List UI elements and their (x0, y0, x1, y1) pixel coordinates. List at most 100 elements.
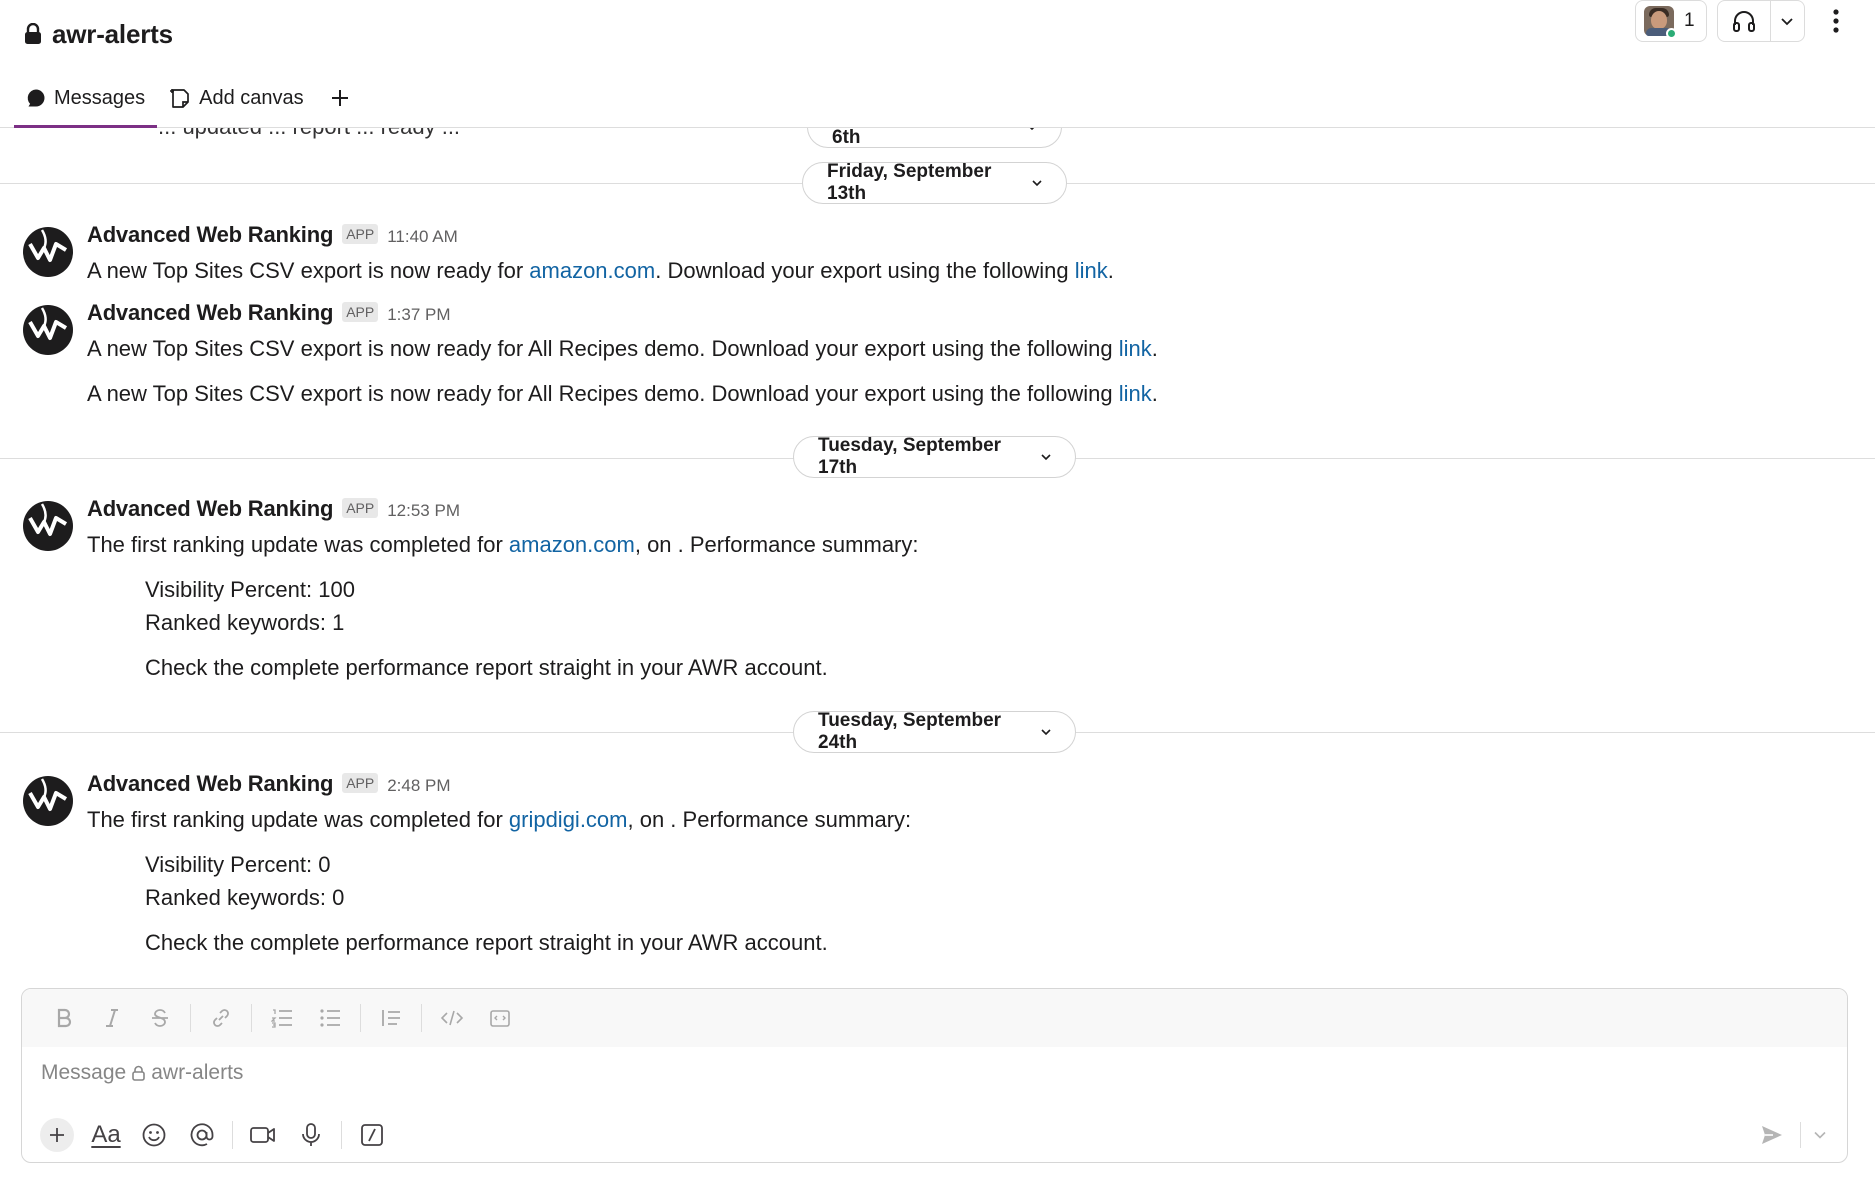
date-divider-pill[interactable]: Tuesday, September 17th (793, 435, 1076, 478)
message-header: Advanced Web Ranking APP 12:53 PM (87, 496, 460, 522)
bold-icon[interactable] (40, 998, 88, 1038)
toolbar-separator (360, 1004, 361, 1032)
online-status-icon (1666, 28, 1677, 39)
app-avatar[interactable] (22, 500, 74, 552)
huddle-button[interactable] (1717, 0, 1805, 42)
avatar (1644, 6, 1677, 39)
app-avatar[interactable] (22, 775, 74, 827)
report-note: Check the complete performance report st… (145, 655, 828, 680)
toolbar-separator (251, 1004, 252, 1032)
message-timestamp[interactable]: 2:48 PM (387, 776, 450, 796)
member-count: 1 (1684, 10, 1695, 31)
date-divider-pill[interactable]: Friday, September 13th (802, 161, 1067, 204)
message-link[interactable]: amazon.com (509, 532, 635, 557)
message-link[interactable]: link (1075, 258, 1108, 283)
app-badge: APP (342, 302, 379, 322)
message-header: Advanced Web Ranking APP 11:40 AM (87, 222, 458, 248)
toolbar-separator (232, 1121, 233, 1149)
app-avatar[interactable] (22, 304, 74, 356)
app-badge: APP (342, 498, 379, 518)
italic-icon[interactable] (88, 998, 136, 1038)
bullet-list-icon[interactable] (306, 998, 354, 1038)
message-input[interactable]: Message awr-alerts (41, 1061, 243, 1085)
sender-name[interactable]: Advanced Web Ranking (87, 222, 333, 248)
toolbar-separator (341, 1121, 342, 1149)
more-vertical-icon[interactable] (1821, 6, 1851, 36)
app-badge: APP (342, 224, 379, 244)
channel-title-row[interactable]: awr-alerts (24, 14, 173, 54)
slash-command-icon[interactable] (348, 1115, 396, 1155)
message-header: Advanced Web Ranking APP 1:37 PM (87, 300, 451, 326)
channel-tabs: Messages Add canvas (14, 82, 364, 128)
composer-actions: Aa (36, 1114, 396, 1156)
placeholder-channel: awr-alerts (151, 1061, 244, 1084)
headphones-icon[interactable] (1718, 1, 1771, 41)
code-block-icon[interactable] (476, 998, 524, 1038)
code-icon[interactable] (428, 998, 476, 1038)
text-segment: . (1151, 381, 1158, 406)
emoji-icon[interactable] (130, 1115, 178, 1155)
lock-icon (24, 23, 42, 45)
message-link[interactable]: amazon.com (529, 258, 655, 283)
date-label: Friday, September 6th (832, 128, 861, 148)
toolbar-separator (421, 1004, 422, 1032)
toolbar-separator (190, 1004, 191, 1032)
text-segment: A new Top Sites CSV export is now ready … (87, 336, 1119, 361)
message-timestamp[interactable]: 1:37 PM (387, 305, 450, 325)
ordered-list-icon[interactable] (258, 998, 306, 1038)
send-icon[interactable] (1748, 1117, 1796, 1153)
chevron-down-icon (1041, 453, 1051, 461)
text-segment: A new Top Sites CSV export is now ready … (87, 381, 1119, 406)
message-composer: Message awr-alerts Aa (21, 988, 1848, 1163)
message-timestamp[interactable]: 11:40 AM (387, 227, 458, 247)
video-icon[interactable] (239, 1115, 287, 1155)
tab-messages[interactable]: Messages (14, 82, 158, 128)
text-segment: The first ranking update was completed f… (87, 807, 509, 832)
date-divider-pill[interactable]: Friday, September 6th (807, 128, 1062, 148)
sender-name[interactable]: Advanced Web Ranking (87, 496, 333, 522)
message-text: A new Top Sites CSV export is now ready … (87, 381, 1158, 407)
text-formatting-button[interactable]: Aa (82, 1115, 130, 1155)
chevron-down-icon[interactable] (1805, 1117, 1835, 1153)
date-divider-pill[interactable]: Tuesday, September 24th (793, 710, 1076, 753)
message-text: The first ranking update was completed f… (87, 532, 919, 558)
tab-messages-label: Messages (54, 87, 146, 109)
date-label: Tuesday, September 24th (818, 710, 1002, 753)
chat-bubble-icon (26, 86, 46, 110)
microphone-icon[interactable] (287, 1115, 335, 1155)
message-list[interactable]: ... updated ... report ... ready ... Fri… (0, 128, 1875, 988)
channel-title[interactable]: awr-alerts (52, 19, 173, 50)
tab-add-canvas[interactable]: Add canvas (157, 82, 316, 128)
date-label: Friday, September 13th (827, 161, 992, 204)
sender-name[interactable]: Advanced Web Ranking (87, 300, 333, 326)
app-avatar[interactable] (22, 226, 74, 278)
text-segment: The first ranking update was completed f… (87, 532, 509, 557)
chevron-down-icon[interactable] (1771, 1, 1804, 41)
link-icon[interactable] (197, 998, 245, 1038)
tab-add-canvas-label: Add canvas (199, 87, 304, 109)
aa-label: Aa (91, 1121, 121, 1148)
strikethrough-icon[interactable] (136, 998, 184, 1038)
visibility-percent: Visibility Percent: 0 (145, 852, 331, 877)
message-timestamp[interactable]: 12:53 PM (387, 501, 460, 521)
plus-icon[interactable] (316, 86, 364, 110)
toolbar-separator (1800, 1122, 1801, 1148)
blockquote-icon[interactable] (367, 998, 415, 1038)
message-text: A new Top Sites CSV export is now ready … (87, 336, 1158, 362)
chevron-down-icon (1027, 128, 1037, 131)
ranked-keywords: Ranked keywords: 0 (145, 885, 345, 910)
message-link[interactable]: gripdigi.com (509, 807, 628, 832)
ranked-keywords: Ranked keywords: 1 (145, 610, 345, 635)
plus-icon[interactable] (40, 1118, 74, 1152)
send-controls (1748, 1117, 1835, 1153)
mention-icon[interactable] (178, 1115, 226, 1155)
sender-name[interactable]: Advanced Web Ranking (87, 771, 333, 797)
members-button[interactable]: 1 (1635, 0, 1707, 42)
text-segment: , on . Performance summary: (627, 807, 912, 832)
text-segment: . (1151, 336, 1158, 361)
message-link[interactable]: link (1119, 381, 1152, 406)
placeholder-prefix: Message (41, 1061, 127, 1084)
date-label: Tuesday, September 17th (818, 435, 1002, 478)
text-segment: . Download your export using the followi… (655, 258, 1075, 283)
message-link[interactable]: link (1119, 336, 1152, 361)
